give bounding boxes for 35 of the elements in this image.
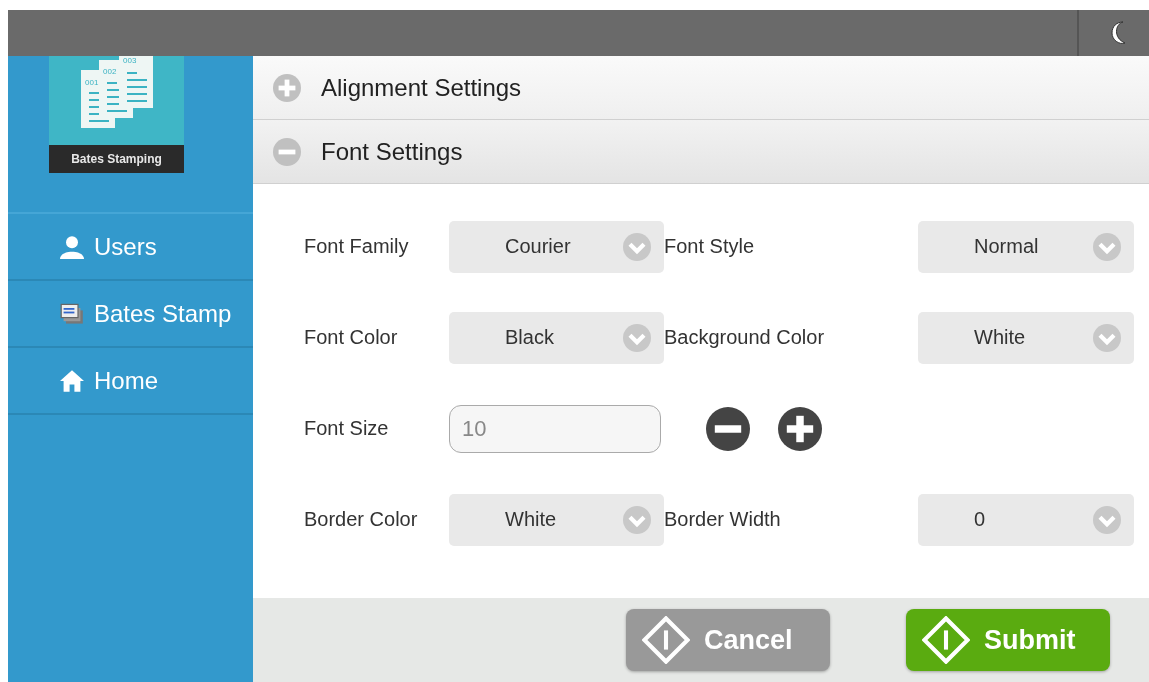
field-label: Border Width (664, 508, 781, 530)
dropdown[interactable]: White (918, 311, 1134, 364)
chevron-down-icon (1093, 505, 1121, 534)
dropdown[interactable]: Normal (918, 220, 1134, 273)
logo-caption: Bates Stamping (49, 145, 184, 173)
section-header[interactable]: Font Settings (253, 120, 1149, 184)
section-header[interactable]: Alignment Settings (253, 56, 1149, 120)
minus-button[interactable] (706, 406, 750, 451)
field-label: Font Size (304, 417, 389, 439)
dropdown[interactable]: 0 (918, 493, 1134, 546)
field-label: Font Style (664, 235, 755, 257)
chevron-down-icon (1093, 232, 1121, 261)
page-number: 002 (103, 68, 117, 76)
user-icon (60, 234, 84, 259)
chevron-down-icon (623, 232, 651, 261)
house-icon (60, 368, 84, 393)
field-label: Font Color (304, 326, 398, 348)
diamond-icon (922, 616, 970, 664)
chevron-down-icon (623, 323, 651, 352)
number-field[interactable]: 10 (449, 404, 661, 453)
diamond-icon (642, 616, 690, 664)
dropdown[interactable]: White (449, 493, 664, 546)
page-number: 003 (123, 57, 137, 65)
field-label: Font Family (304, 235, 409, 257)
dropdown[interactable]: Courier (449, 220, 664, 273)
plus-button[interactable] (778, 406, 822, 451)
chevron-down-icon (623, 505, 651, 534)
dropdown[interactable]: Black (449, 311, 664, 364)
expand-icon (273, 73, 301, 102)
field-label: Border Color (304, 508, 418, 530)
documents-icon (60, 301, 84, 326)
field-label: Background Color (664, 326, 825, 348)
page-number: 001 (85, 79, 99, 87)
collapse-icon (273, 137, 301, 166)
chevron-down-icon (1093, 323, 1121, 352)
